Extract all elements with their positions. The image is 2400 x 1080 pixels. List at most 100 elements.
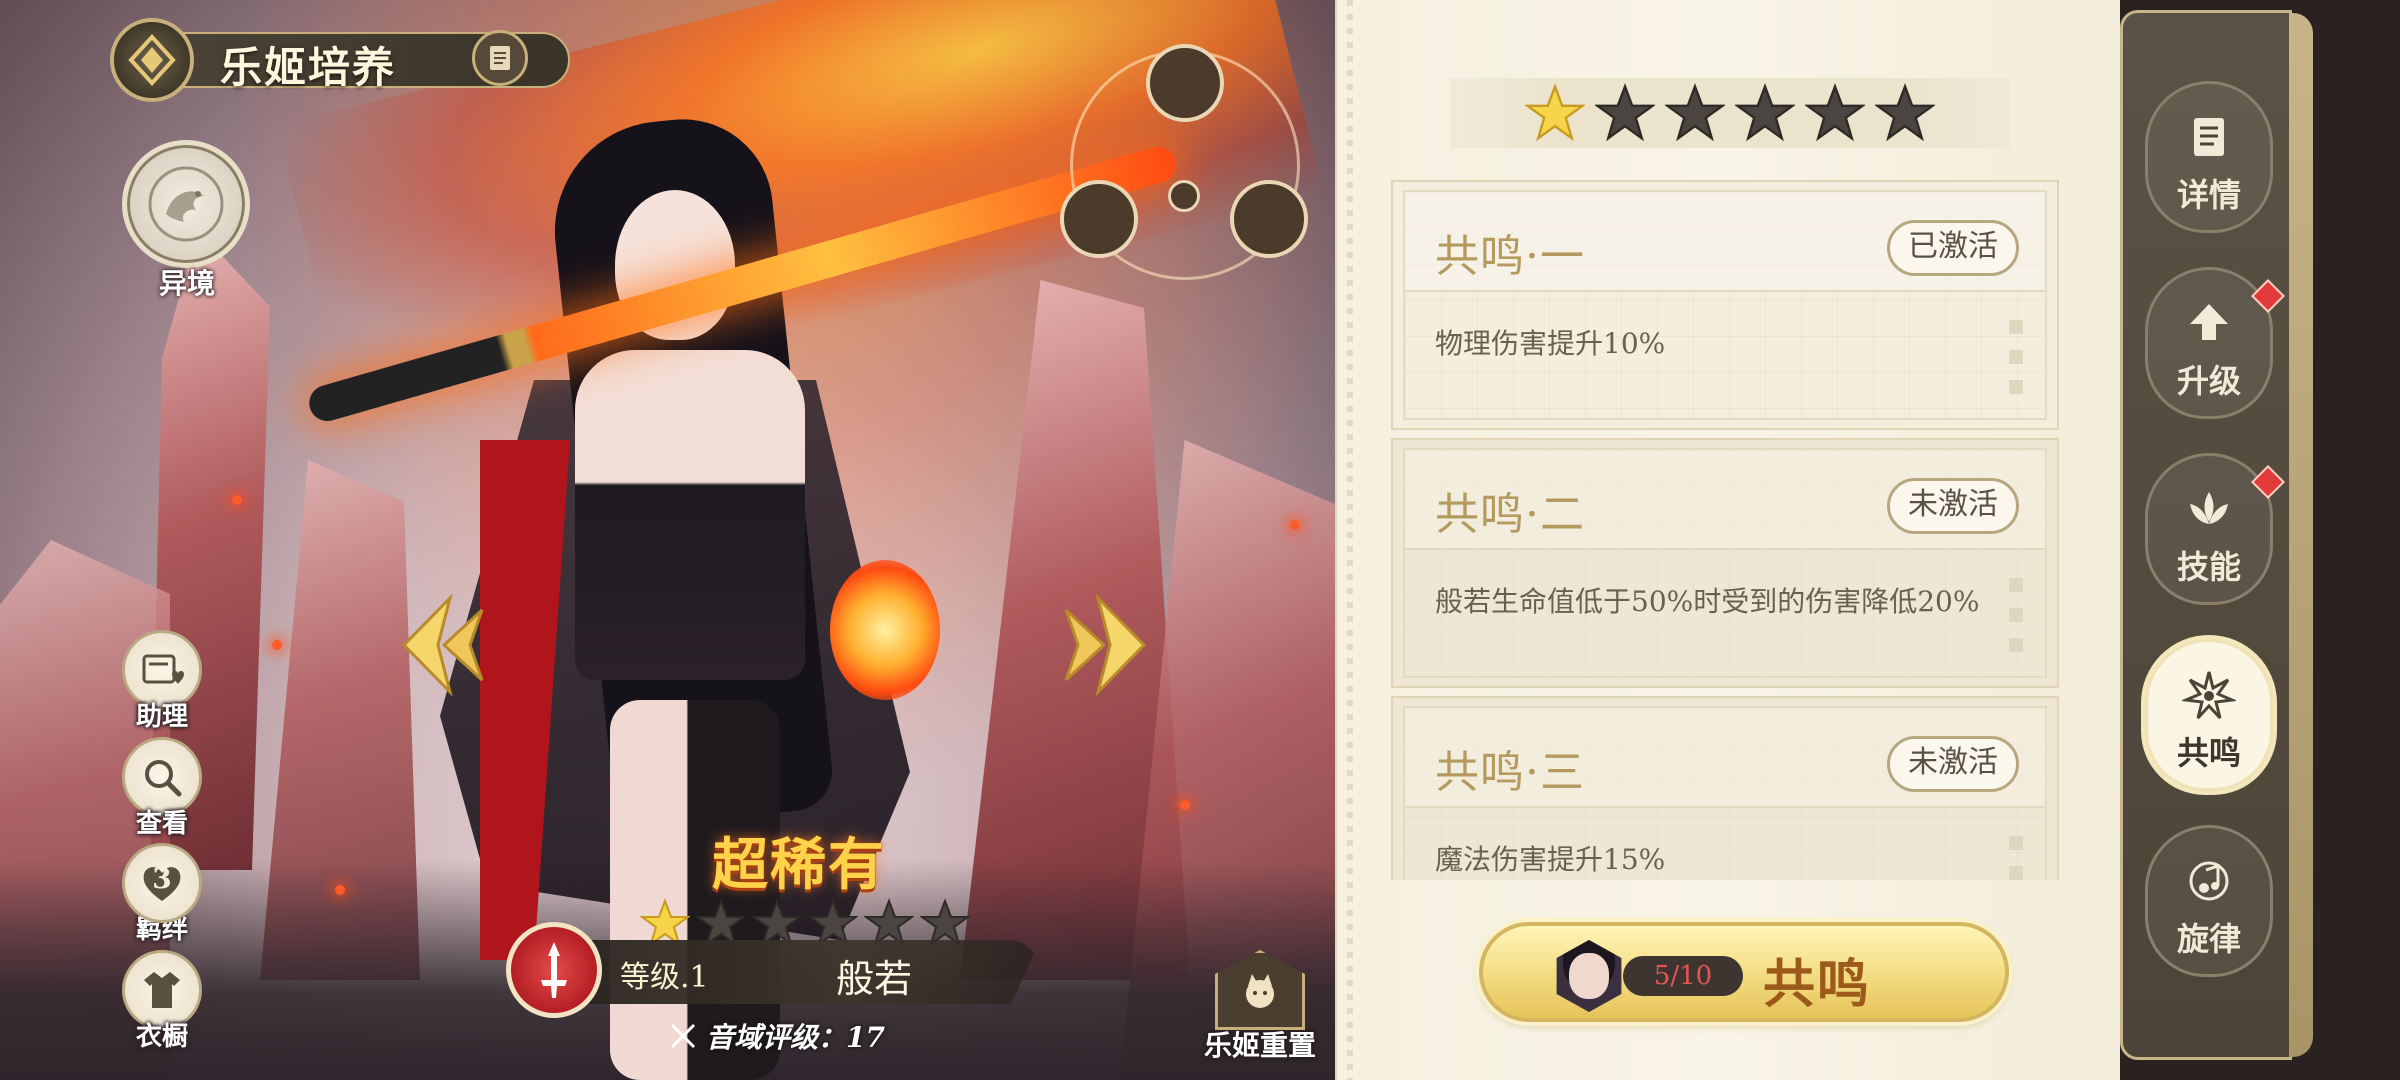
magnifier-icon: [145, 760, 182, 797]
wardrobe-label: 衣橱: [135, 1022, 188, 1052]
nav-resonance[interactable]: 共鸣: [2145, 639, 2273, 791]
ember: [232, 495, 242, 505]
prev-character-arrow[interactable]: [390, 590, 490, 700]
outfit-icon: [144, 972, 180, 1008]
arrow-up-icon: [2190, 304, 2228, 340]
realm-badge: [122, 140, 250, 268]
sword-class-icon: [541, 942, 567, 998]
dragon-icon: [148, 166, 224, 242]
ember: [335, 885, 345, 895]
rating-text: 音域评级：17: [706, 1021, 885, 1054]
info-button[interactable]: [472, 30, 528, 86]
status-badge: 未激活: [1887, 478, 2019, 534]
realm-label: 异境: [158, 267, 215, 300]
resonance-description: 般若生命值低于50%时受到的伤害降低20%: [1435, 585, 1980, 618]
nav-melody[interactable]: 旋律: [2145, 825, 2273, 977]
resonance-count: 5/10: [1623, 956, 1743, 996]
mascot-icon: [1246, 974, 1274, 1008]
next-character-arrow[interactable]: [1058, 590, 1158, 700]
ember: [1180, 800, 1190, 810]
card-decoration: [2009, 578, 2025, 668]
lotus-icon: [2190, 492, 2228, 524]
card-inner: 共鸣·一 已激活 物理伤害提升10%: [1403, 190, 2047, 420]
star-empty-icon: [1875, 83, 1935, 142]
notification-dot: [2251, 279, 2285, 313]
resonance-panel: 共鸣·一 已激活 物理伤害提升10% 共鸣·二 未激活 般若生命值低于50%时受…: [1335, 0, 2120, 1080]
page-header: 乐姬培养: [110, 18, 570, 102]
character-avatar: [1556, 940, 1622, 1012]
card-decoration: [2009, 320, 2025, 410]
ember: [272, 640, 282, 650]
star-filled-icon: [1525, 83, 1585, 142]
chevron-left-icon: [401, 592, 484, 698]
nav-skills[interactable]: 技能: [2145, 453, 2285, 605]
crossed-swords-icon: [670, 1023, 696, 1049]
bond-level-badge: 3: [152, 862, 172, 895]
card-header: 共鸣·三 未激活: [1405, 708, 2045, 808]
slot-center: [1168, 180, 1200, 212]
nav-label: 升级: [2176, 362, 2241, 400]
resonance-title: 共鸣·三: [1435, 747, 1585, 798]
star-empty-icon: [1735, 83, 1795, 142]
card-inner: 共鸣·二 未激活 般若生命值低于50%时受到的伤害降低20%: [1403, 448, 2047, 678]
star-empty-icon: [1805, 83, 1865, 142]
notification-dot: [2251, 465, 2285, 499]
star-empty-icon: [1665, 83, 1725, 142]
slot-right[interactable]: [1230, 180, 1308, 258]
view-label: 查看: [135, 809, 188, 839]
side-nav: 详情 升级 技能 共鸣 旋律: [2120, 10, 2313, 1060]
status-badge: 未激活: [1887, 736, 2019, 792]
resonance-list[interactable]: 共鸣·一 已激活 物理伤害提升10% 共鸣·二 未激活 般若生命值低于50%时受…: [1391, 180, 2059, 880]
bond-button[interactable]: 3 羁绊: [120, 843, 204, 946]
resonance-card[interactable]: 共鸣·二 未激活 般若生命值低于50%时受到的伤害降低20%: [1391, 438, 2059, 688]
equipment-slots: [1050, 30, 1320, 280]
document-icon: [490, 46, 510, 70]
ember: [1290, 520, 1300, 530]
character-level: 等级.1: [620, 960, 709, 995]
slot-top[interactable]: [1146, 44, 1224, 122]
emblem-icon: [128, 34, 176, 86]
assist-label: 助理: [135, 702, 188, 732]
scroll-icon: [2194, 118, 2224, 156]
resonance-stars: [1450, 78, 2010, 148]
rarity-label: 超稀有: [712, 832, 886, 898]
class-emblem: [506, 922, 602, 1018]
card-inner: 共鸣·三 未激活 魔法伤害提升15%: [1403, 706, 2047, 880]
character-body: [575, 350, 805, 680]
wardrobe-button[interactable]: 衣橱: [120, 950, 204, 1053]
nav-label: 技能: [2176, 548, 2241, 586]
resonance-title: 共鸣·一: [1435, 231, 1585, 282]
nav-label: 旋律: [2176, 920, 2241, 958]
fire-fist: [830, 560, 940, 700]
card-header: 共鸣·一 已激活: [1405, 192, 2045, 292]
assist-button[interactable]: 助理: [120, 630, 204, 733]
status-badge: 已激活: [1887, 220, 2019, 276]
music-note-icon: [2189, 861, 2229, 901]
nav-upgrade[interactable]: 升级: [2145, 267, 2285, 419]
resonance-card[interactable]: 共鸣·三 未激活 魔法伤害提升15%: [1391, 696, 2059, 880]
page-title: 乐姬培养: [220, 43, 397, 92]
nav-details[interactable]: 详情: [2145, 81, 2273, 233]
resonate-button[interactable]: 5/10 共鸣: [1479, 922, 2009, 1022]
nav-label: 详情: [2176, 176, 2241, 214]
chevron-right-icon: [1064, 592, 1147, 698]
slot-left[interactable]: [1060, 180, 1138, 258]
card-header: 共鸣·二 未激活: [1405, 450, 2045, 550]
voice-range-rating: 音域评级：17: [668, 1016, 885, 1056]
resonance-description: 魔法伤害提升15%: [1435, 843, 1666, 876]
reset-button[interactable]: 乐姬重置: [1200, 950, 1320, 1064]
view-button[interactable]: 查看: [120, 737, 204, 840]
resonance-title: 共鸣·二: [1435, 489, 1585, 540]
realm-button[interactable]: 异境: [122, 140, 252, 310]
resonance-description: 物理伤害提升10%: [1435, 327, 1666, 360]
resonance-card[interactable]: 共鸣·一 已激活 物理伤害提升10%: [1391, 180, 2059, 430]
nav-label: 共鸣: [2176, 734, 2241, 772]
card-decoration: [2009, 836, 2025, 880]
card-heart-icon: [142, 654, 184, 684]
back-button[interactable]: [110, 18, 194, 102]
burst-icon: [2180, 671, 2238, 720]
reset-label: 乐姬重置: [1203, 1029, 1316, 1062]
star-empty-icon: [1595, 83, 1655, 142]
resonate-label: 共鸣: [1763, 954, 1872, 1015]
reset-badge: [1215, 950, 1305, 1030]
